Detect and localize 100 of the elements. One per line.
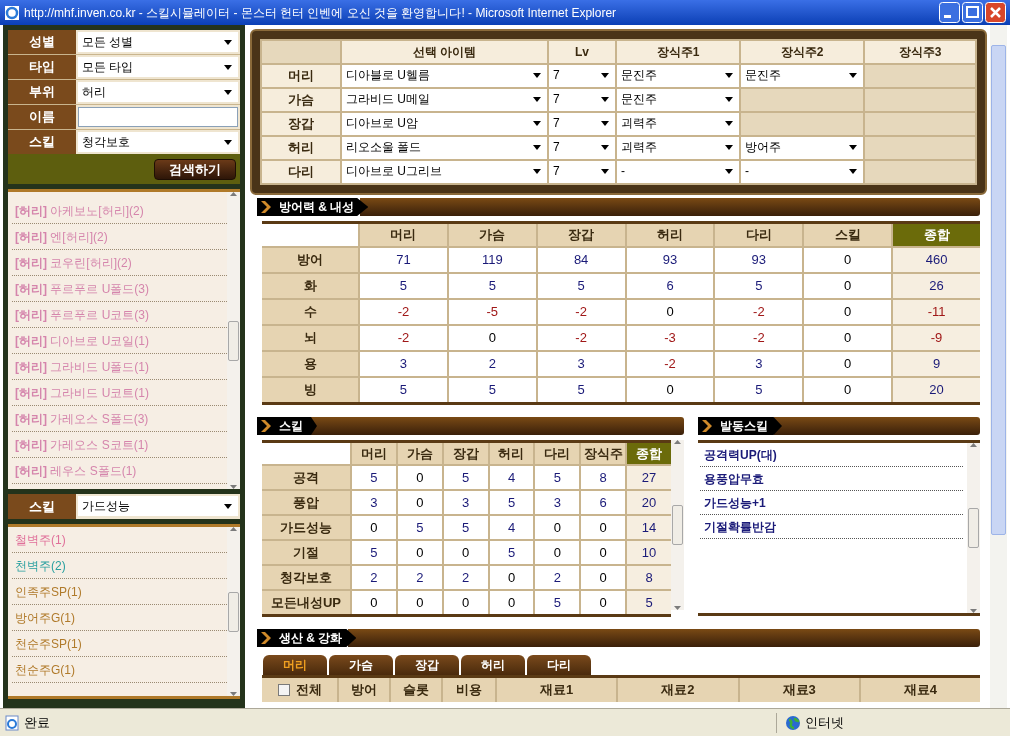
active-skill: 기절확률반감 <box>700 515 963 539</box>
dropdown[interactable]: 모든 타입 <box>78 57 238 77</box>
status-text: 완료 <box>24 713 51 732</box>
caret-icon <box>725 120 733 126</box>
caret-icon <box>601 168 609 174</box>
section-title: 스킬 <box>279 418 303 435</box>
column-header: 장식주3 <box>865 41 975 63</box>
dropdown[interactable]: 허리 <box>78 82 238 102</box>
row-label: 다리 <box>262 161 340 183</box>
table-cell: 0 <box>626 300 714 324</box>
table-cell: 2 <box>352 566 396 589</box>
tab[interactable]: 다리 <box>527 655 591 675</box>
column-header: 가슴 <box>397 443 442 464</box>
row-label: 빙 <box>262 378 358 402</box>
table-cell: 3 <box>352 491 396 514</box>
close-icon[interactable] <box>985 2 1006 23</box>
scroll-down-icon[interactable] <box>970 609 977 613</box>
scroll-up-icon[interactable] <box>970 443 977 447</box>
scroll-thumb[interactable] <box>228 591 239 632</box>
caret-icon <box>725 96 733 102</box>
table-cell: 0 <box>352 516 396 539</box>
checkbox[interactable] <box>277 684 290 696</box>
tab[interactable]: 머리 <box>263 655 327 675</box>
column-header: 선택 아이템 <box>342 41 547 63</box>
column-header: 재료1 <box>497 678 617 702</box>
table-cell: 0 <box>489 566 534 589</box>
active-skill: 가드성능+1 <box>700 491 963 515</box>
scroll-thumb[interactable] <box>228 320 239 361</box>
table-cell: 0 <box>804 274 892 298</box>
table-cell: 5 <box>537 378 625 402</box>
scroll-thumb[interactable] <box>672 505 683 545</box>
row-label: 장갑 <box>262 113 340 135</box>
table-cell: -2 <box>360 300 447 324</box>
browser-icon <box>4 4 20 21</box>
column-header: 비용 <box>443 678 495 702</box>
table-cell: 0 <box>804 378 892 402</box>
dropdown[interactable]: 모든 성별 <box>78 32 238 52</box>
tab[interactable]: 가슴 <box>329 655 393 675</box>
table-cell: 93 <box>715 248 803 272</box>
section-title: 생산 & 강화 <box>279 630 343 647</box>
input-field[interactable] <box>78 107 238 127</box>
scroll-thumb[interactable] <box>991 45 1006 535</box>
minimize-icon[interactable] <box>939 2 960 23</box>
caret-icon <box>224 139 232 145</box>
row-label: 방어 <box>262 248 358 272</box>
scroll-up-icon[interactable] <box>230 192 237 196</box>
caret-icon <box>725 72 733 78</box>
scrollbar[interactable] <box>227 527 240 696</box>
scrollbar[interactable] <box>967 443 980 613</box>
filter-label: 부위 <box>8 80 76 104</box>
table-cell: 0 <box>352 591 396 614</box>
table-cell: 8 <box>627 566 671 589</box>
maximize-icon[interactable] <box>962 2 983 23</box>
caret-icon <box>533 120 541 126</box>
scrollbar[interactable] <box>671 440 684 610</box>
table-cell: 5 <box>627 591 671 614</box>
row-label: 허리 <box>262 137 340 159</box>
table-cell: 5 <box>448 378 536 402</box>
chevron-icon <box>261 201 273 213</box>
dropdown[interactable]: 청각보호 <box>78 132 238 152</box>
search-button[interactable]: 검색하기 <box>154 158 236 180</box>
scroll-thumb[interactable] <box>968 508 979 548</box>
table-cell: 0 <box>804 326 892 350</box>
column-header: 장식주2 <box>741 41 863 63</box>
table-cell: 0 <box>489 591 534 614</box>
column-header: 가슴 <box>448 224 536 246</box>
row-label: 청각보호 <box>262 566 350 589</box>
scrollbar[interactable] <box>227 192 240 489</box>
table-cell: 0 <box>626 378 714 402</box>
column-header: 장식주1 <box>617 41 739 63</box>
scroll-down-icon[interactable] <box>230 485 237 489</box>
row-label: 기절 <box>262 541 350 564</box>
page-scrollbar[interactable] <box>990 25 1007 708</box>
filter-label: 스킬 <box>8 494 76 519</box>
dropdown[interactable]: 가드성능 <box>78 496 238 516</box>
caret-icon <box>725 168 733 174</box>
table-cell: 2 <box>448 352 536 376</box>
scroll-down-icon[interactable] <box>230 692 237 696</box>
window-title: http://mhf.inven.co.kr - 스킬시뮬레이터 - 몬스터 헌터 인벤에 오신 것을 환영합니다! - Microsoft Internet Explorer <box>24 4 618 22</box>
tab[interactable]: 장갑 <box>395 655 459 675</box>
table-cell: 10 <box>627 541 671 564</box>
filter-label: 성별 <box>8 30 76 54</box>
table-cell: 5 <box>715 378 803 402</box>
column-header: 장갑 <box>443 443 488 464</box>
scroll-down-icon[interactable] <box>674 606 681 610</box>
caret-icon <box>849 72 857 78</box>
filter-label: 스킬 <box>8 130 76 154</box>
tab[interactable]: 허리 <box>461 655 525 675</box>
scroll-up-icon[interactable] <box>230 527 237 531</box>
scroll-up-icon[interactable] <box>674 440 681 444</box>
active-skill: 용풍압무효 <box>700 467 963 491</box>
column-header: 재료2 <box>618 678 738 702</box>
caret-icon <box>725 144 733 150</box>
row-label: 공격 <box>262 466 350 489</box>
chevron-icon <box>702 420 714 432</box>
table-cell: 2 <box>443 566 488 589</box>
column-header: 종합 <box>627 443 671 464</box>
zone-label: 인터넷 <box>805 713 844 732</box>
table-cell: 8 <box>581 466 626 489</box>
column-header: 재료4 <box>860 678 980 702</box>
